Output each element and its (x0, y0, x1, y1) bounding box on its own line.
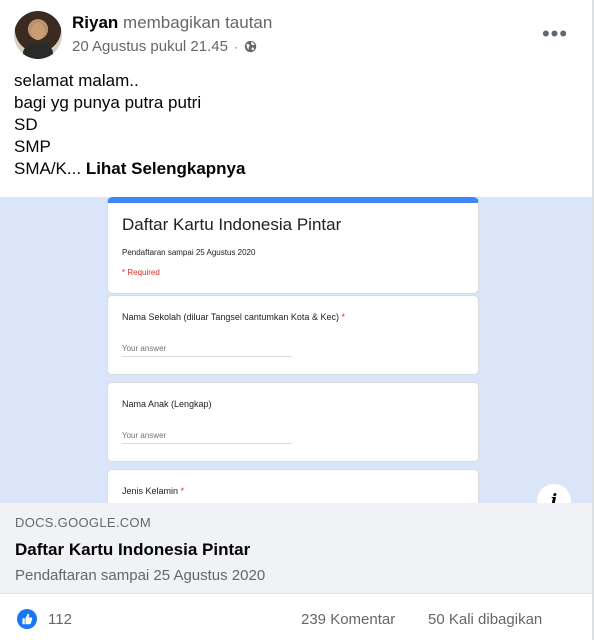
more-options-button[interactable]: ••• (540, 19, 570, 49)
post-text: selamat malam.. bagi yg punya putra putr… (14, 70, 574, 180)
form-question-card: Nama Sekolah (diluar Tangsel cantumkan K… (107, 295, 479, 375)
link-description: Pendaftaran sampai 25 Agustus 2020 (15, 567, 266, 584)
question-label: Nama Sekolah (diluar Tangsel cantumkan K… (122, 312, 345, 322)
avatar[interactable] (14, 11, 62, 59)
link-title: Daftar Kartu Indonesia Pintar (15, 540, 251, 559)
post-text-line: SMP (14, 137, 51, 156)
form-subtitle: Pendaftaran sampai 25 Agustus 2020 (122, 248, 256, 257)
post-meta: 20 Agustus pukul 21.45 · (72, 38, 257, 55)
required-star: * (341, 312, 345, 322)
globe-icon[interactable] (244, 40, 257, 53)
question-label: Nama Anak (Lengkap) (122, 399, 212, 409)
post-timestamp[interactable]: 20 Agustus pukul 21.45 (72, 38, 228, 55)
answer-field: Your answer (122, 431, 292, 444)
form-title: Daftar Kartu Indonesia Pintar (122, 215, 342, 234)
question-text: Jenis Kelamin (122, 486, 179, 496)
question-label: Jenis Kelamin * (122, 486, 184, 496)
post-text-line: selamat malam.. (14, 71, 139, 90)
comments-count[interactable]: 239 Komentar (301, 611, 395, 628)
form-question-card: Jenis Kelamin * (107, 469, 479, 503)
form-question-card: Nama Anak (Lengkap) Your answer (107, 382, 479, 462)
like-icon[interactable] (17, 609, 37, 629)
answer-field: Your answer (122, 344, 292, 357)
author-line: Riyan membagikan tautan (72, 13, 272, 33)
author-action: membagikan tautan (123, 13, 273, 32)
question-text: Nama Sekolah (diluar Tangsel cantumkan K… (122, 312, 339, 322)
see-more-link[interactable]: Lihat Selengkapnya (86, 159, 246, 178)
author-name[interactable]: Riyan (72, 13, 118, 32)
reactions-bar: 112 239 Komentar 50 Kali dibagikan (0, 594, 592, 640)
post-text-line: SMA/K... (14, 159, 82, 178)
question-text: Nama Anak (Lengkap) (122, 399, 212, 409)
post-card: Riyan membagikan tautan 20 Agustus pukul… (0, 0, 594, 640)
post-header: Riyan membagikan tautan 20 Agustus pukul… (14, 11, 584, 63)
required-star: * (180, 486, 185, 496)
link-footer[interactable]: DOCS.GOOGLE.COM Daftar Kartu Indonesia P… (0, 503, 592, 594)
avatar-body (23, 43, 53, 59)
form-required-note: * Required (122, 268, 160, 277)
reaction-count[interactable]: 112 (48, 611, 72, 628)
shares-count[interactable]: 50 Kali dibagikan (428, 611, 542, 628)
form-title-card: Daftar Kartu Indonesia Pintar Pendaftara… (107, 197, 479, 294)
avatar-face (31, 23, 45, 40)
link-preview-image[interactable]: Daftar Kartu Indonesia Pintar Pendaftara… (0, 197, 592, 503)
post-text-line: SD (14, 115, 38, 134)
more-icon: ••• (541, 21, 569, 46)
link-domain: DOCS.GOOGLE.COM (15, 515, 151, 530)
meta-separator: · (233, 39, 238, 54)
post-text-line: bagi yg punya putra putri (14, 93, 202, 112)
post-text-last-line: SMA/K... Lihat Selengkapnya (14, 158, 574, 180)
